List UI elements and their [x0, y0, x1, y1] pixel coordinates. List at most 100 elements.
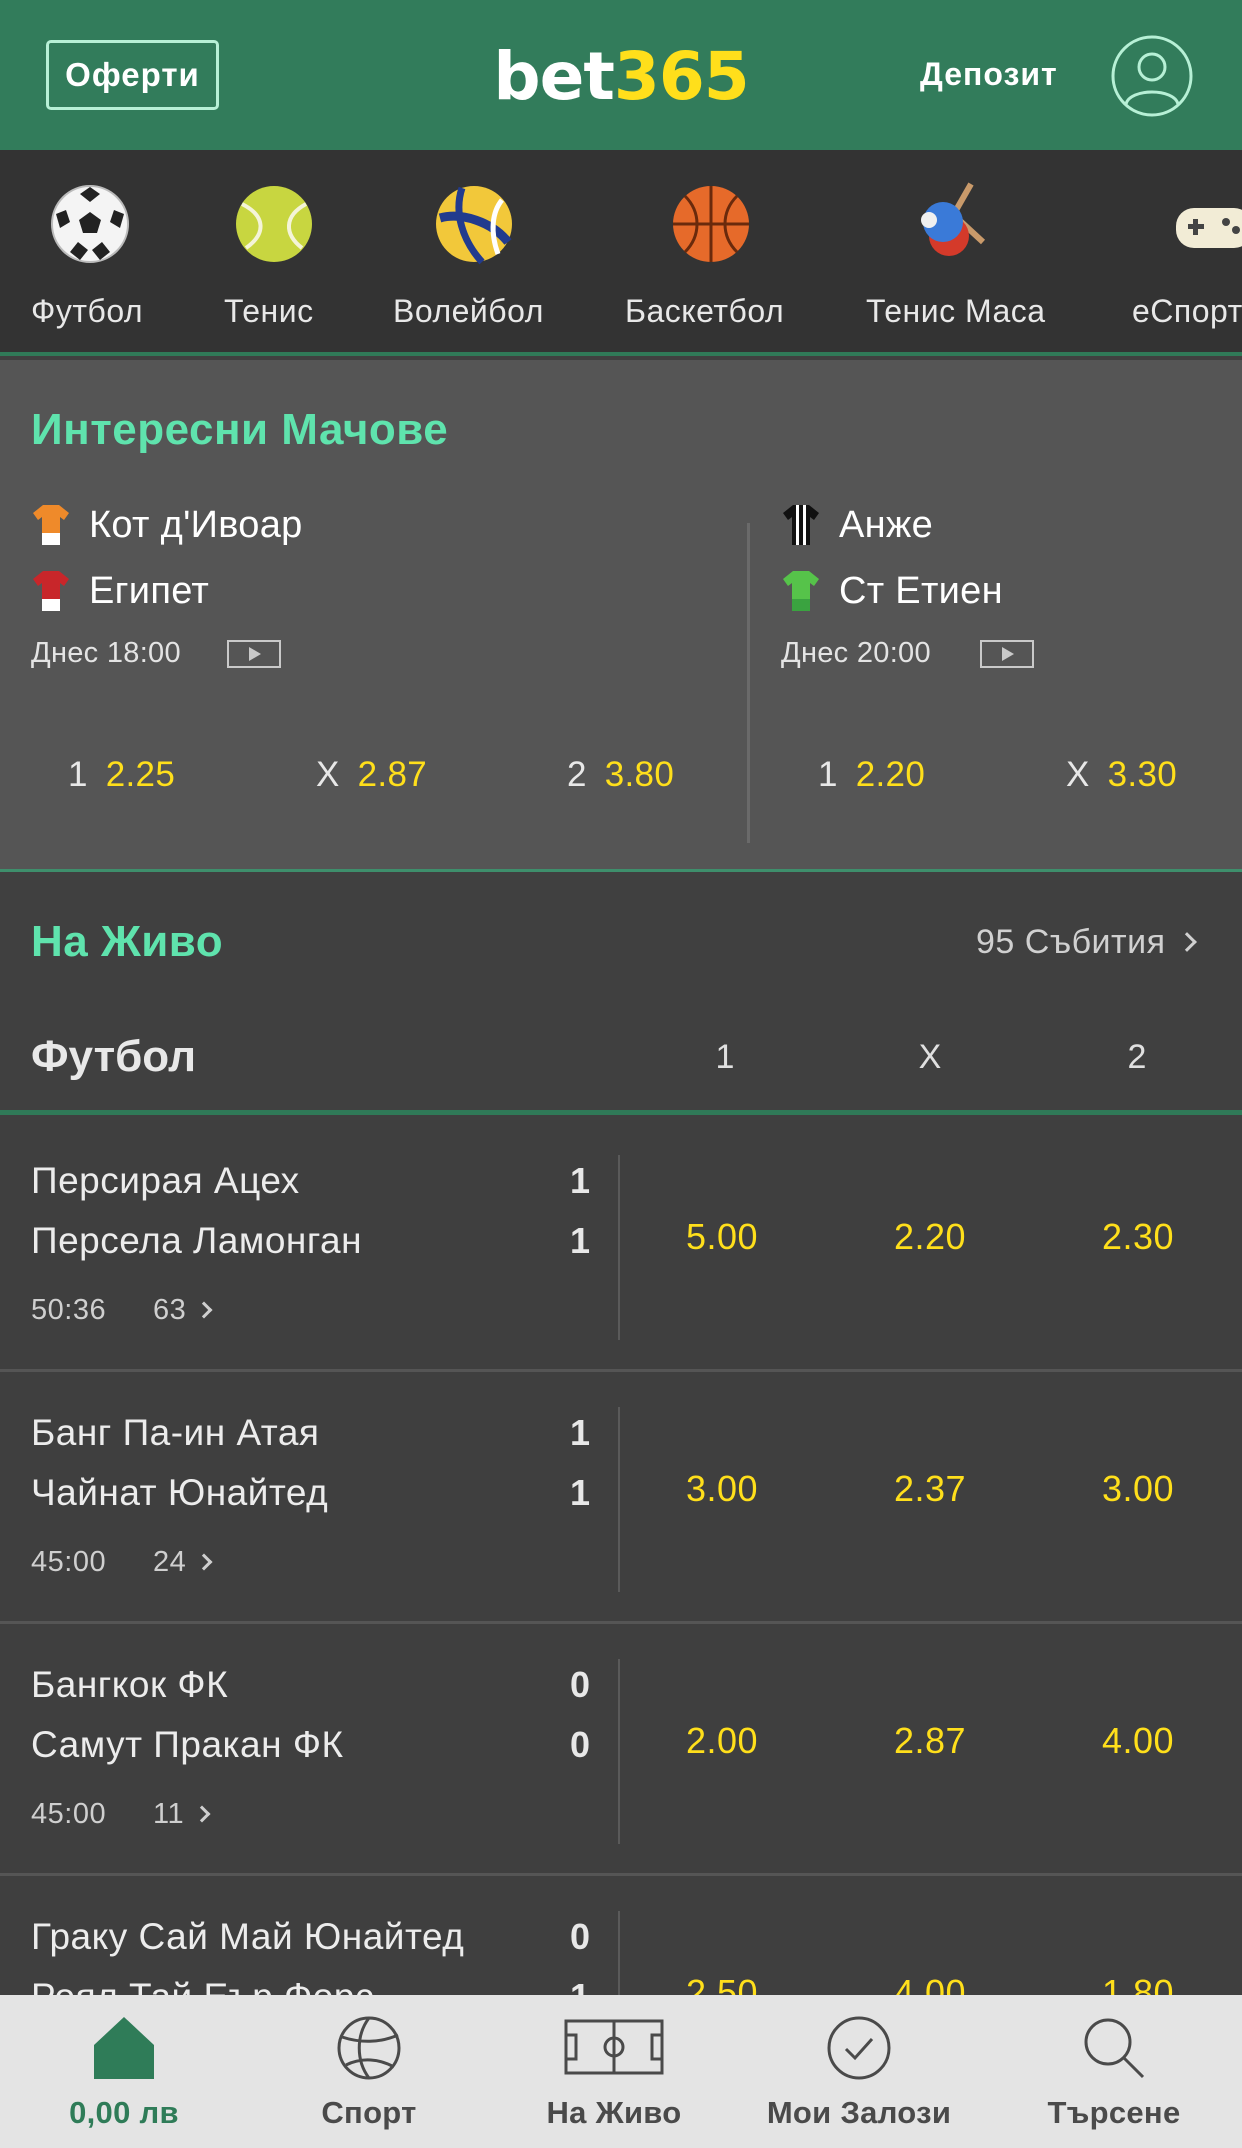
- striped-shirt-icon: [783, 505, 819, 545]
- bottom-navigation: 0,00 лв Спорт На Живо Мои Залози Търсене: [0, 1995, 1242, 2148]
- deposit-link[interactable]: Депозит: [920, 56, 1058, 93]
- odd-button-2[interactable]: 4.00: [1078, 1720, 1198, 1762]
- home-score: 1: [569, 1412, 590, 1453]
- red-shirt-icon: [33, 571, 69, 611]
- pitch-icon: [564, 2019, 664, 2075]
- away-score: 1: [569, 1220, 590, 1261]
- home-score: 1: [569, 1160, 590, 1201]
- odd-draw[interactable]: X 2.87: [316, 755, 427, 795]
- events-count: 95 Събития: [976, 923, 1166, 961]
- match-clock: 50:36: [31, 1294, 107, 1326]
- green-shirt-icon: [783, 571, 819, 611]
- chevron-right-icon: [193, 1805, 211, 1823]
- logo-text-bet: bet: [493, 38, 615, 115]
- nav-label: 0,00 лв: [69, 2095, 179, 2130]
- team-away: Египет: [31, 566, 209, 616]
- markets-count-link[interactable]: 11: [153, 1798, 211, 1831]
- live-event-row[interactable]: Персирая Ацех 1 Персела Ламонган 1 50:36…: [0, 1120, 1242, 1372]
- gamepad-icon: [1176, 208, 1242, 248]
- orange-shirt-icon: [33, 505, 69, 545]
- sport-label: Волейбол: [393, 293, 544, 329]
- odd-button-1[interactable]: 5.00: [662, 1216, 782, 1258]
- home-score: 0: [569, 1916, 590, 1957]
- odd-draw[interactable]: X 3.30: [1066, 755, 1177, 795]
- table-tennis-icon: [921, 182, 986, 256]
- match-clock: 45:00: [31, 1546, 107, 1578]
- odd-button-2[interactable]: 3.00: [1078, 1468, 1198, 1510]
- odd-button-x[interactable]: 2.37: [870, 1468, 990, 1510]
- markets-count-link[interactable]: 63: [153, 1294, 213, 1327]
- match-divider: [747, 523, 750, 843]
- sport-item-football[interactable]: Футбол: [0, 150, 180, 352]
- column-header-2: 2: [1127, 1038, 1147, 1076]
- team-name: Ст Етиен: [839, 569, 1003, 612]
- home-team: Банг Па-ин Атая: [31, 1412, 320, 1453]
- sport-item-esports[interactable]: еСпорт: [1120, 150, 1242, 352]
- team-home: Анже: [781, 500, 933, 550]
- away-team: Чайнат Юнайтед: [31, 1472, 329, 1513]
- nav-home[interactable]: 0,00 лв: [0, 1995, 248, 2148]
- sport-item-table-tennis[interactable]: Тенис Маса: [860, 150, 1080, 352]
- odd-button-1[interactable]: 2.00: [662, 1720, 782, 1762]
- volleyball-icon: [436, 186, 512, 265]
- row-divider: [618, 1659, 620, 1844]
- chevron-right-icon: [1176, 932, 1197, 952]
- live-event-row[interactable]: Бангкок ФК 0 Самут Пракан ФК 0 45:00 11 …: [0, 1624, 1242, 1876]
- soccer-ball-icon: [51, 185, 129, 263]
- sport-ball-icon: [337, 2016, 401, 2080]
- nav-label: Мои Залози: [766, 2095, 952, 2130]
- featured-title: Интересни Мачове: [31, 405, 449, 454]
- team-away: Ст Етиен: [781, 566, 1003, 616]
- match-time: Днес 18:00: [31, 637, 181, 669]
- nav-label: Спорт: [321, 2095, 417, 2130]
- odd-away[interactable]: 2 3.80: [567, 755, 674, 795]
- team-name: Анже: [839, 503, 934, 546]
- sport-item-basketball[interactable]: Баскетбол: [615, 150, 815, 352]
- sport-item-tennis[interactable]: Тенис: [210, 150, 340, 352]
- sport-item-volleyball[interactable]: Волейбол: [380, 150, 580, 352]
- search-icon: [1084, 2018, 1145, 2079]
- sport-label: Тенис Маса: [866, 293, 1046, 329]
- home-team: Граку Сай Май Юнайтед: [31, 1916, 465, 1957]
- sport-label: Тенис: [224, 293, 314, 329]
- top-header: Оферти bet365 Депозит: [0, 0, 1242, 150]
- play-video-icon[interactable]: [980, 640, 1034, 668]
- chevron-right-icon: [195, 1553, 213, 1571]
- team-name: Египет: [89, 569, 210, 612]
- home-icon: [94, 2017, 154, 2079]
- nav-label: На Живо: [546, 2095, 682, 2130]
- live-title: На Живо: [31, 917, 224, 966]
- sport-label: еСпорт: [1132, 293, 1242, 329]
- team-name: Кот д'Ивоар: [89, 503, 303, 546]
- live-event-row[interactable]: Банг Па-ин Атая 1 Чайнат Юнайтед 1 45:00…: [0, 1372, 1242, 1624]
- chevron-right-icon: [195, 1301, 213, 1319]
- tennis-ball-icon: [236, 186, 312, 262]
- home-team: Бангкок ФК: [31, 1664, 229, 1705]
- markets-count-link[interactable]: 24: [153, 1546, 213, 1579]
- sport-heading: Футбол: [31, 1032, 197, 1081]
- user-account-icon[interactable]: [1110, 34, 1194, 118]
- odd-button-x[interactable]: 2.87: [870, 1720, 990, 1762]
- featured-matches-section: Интересни Мачове Кот д'Ивоар Египет Днес…: [0, 360, 1242, 872]
- odd-home[interactable]: 1 2.20: [818, 755, 925, 795]
- nav-live[interactable]: На Живо: [490, 1995, 738, 2148]
- away-score: 1: [569, 1472, 590, 1513]
- match-clock: 45:00: [31, 1798, 107, 1830]
- all-events-link[interactable]: 95 Събития: [976, 923, 1197, 962]
- check-circle-icon: [827, 2016, 891, 2080]
- odd-button-2[interactable]: 2.30: [1078, 1216, 1198, 1258]
- odd-home[interactable]: 1 2.25: [68, 755, 175, 795]
- nav-my-bets[interactable]: Мои Залози: [735, 1995, 983, 2148]
- sport-label: Баскетбол: [625, 293, 785, 329]
- odd-button-x[interactable]: 2.20: [870, 1216, 990, 1258]
- sports-carousel[interactable]: Футбол Тенис Волейбол Баскетбол Тенис Ма…: [0, 150, 1242, 356]
- sport-label: Футбол: [31, 293, 144, 329]
- basketball-icon: [673, 186, 749, 262]
- nav-search[interactable]: Търсене: [990, 1995, 1238, 2148]
- away-team: Самут Пракан ФК: [31, 1724, 344, 1765]
- away-team: Персела Ламонган: [31, 1220, 363, 1261]
- play-video-icon[interactable]: [227, 640, 281, 668]
- odd-button-1[interactable]: 3.00: [662, 1468, 782, 1510]
- nav-sport[interactable]: Спорт: [245, 1995, 493, 2148]
- team-home: Кот д'Ивоар: [31, 500, 303, 550]
